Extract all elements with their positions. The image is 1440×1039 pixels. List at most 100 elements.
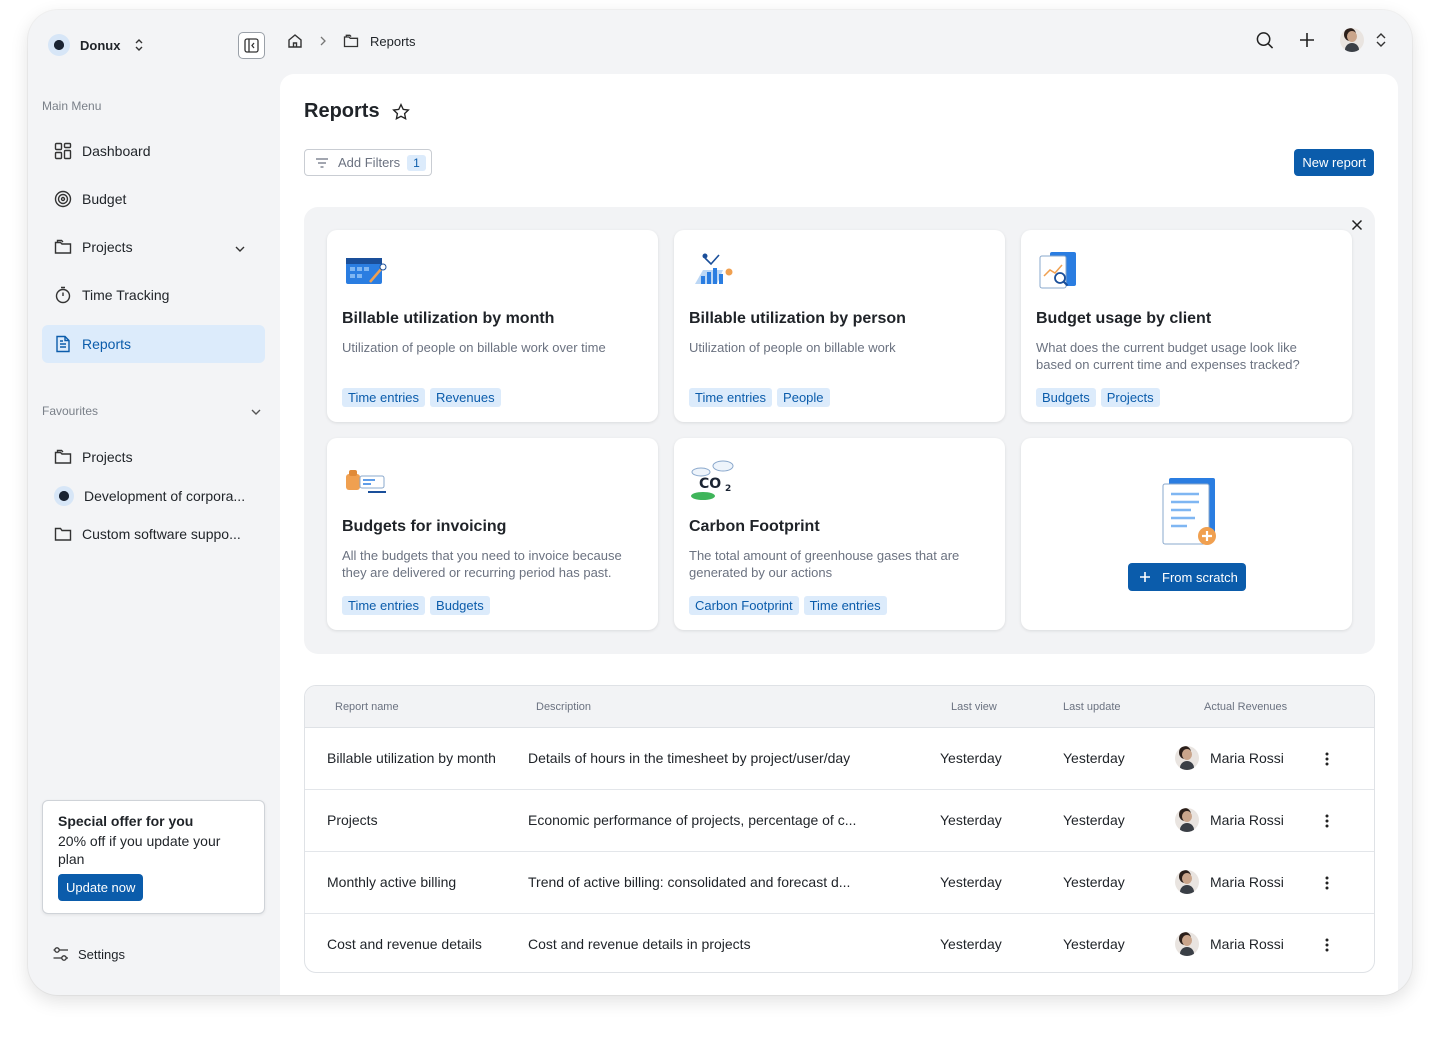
table-row[interactable]: Monthly active billing Trend of active b… [305,852,1374,914]
description-cell: Trend of active billing: consolidated an… [528,874,851,890]
folder-icon [54,448,72,466]
tag: Time entries [803,596,887,615]
stopwatch-icon [54,286,72,304]
template-card-budget-client[interactable]: Budget usage by client What does the cur… [1021,230,1352,422]
update-now-button[interactable]: Update now [58,874,144,901]
column-header-last-update[interactable]: Last update [1063,701,1121,713]
description-cell: Cost and revenue details in projects [528,936,751,952]
owner-avatar [1175,808,1199,832]
page-title-text: Reports [304,100,380,122]
report-name-cell: Projects [327,812,378,828]
column-header-actual-revenues[interactable]: Actual Revenues [1204,701,1287,713]
filter-icon [313,154,331,172]
template-title: Budget usage by client [1036,310,1212,327]
breadcrumb: Reports [286,32,416,50]
close-icon[interactable] [1349,217,1365,233]
tag: Projects [1100,388,1160,407]
sidebar-item-label: Reports [82,336,132,352]
tag: People [777,388,830,407]
sidebar-item-reports[interactable]: Reports [42,325,265,363]
table-row[interactable]: Billable utilization by month Details of… [305,728,1374,790]
report-name-cell: Cost and revenue details [327,936,482,952]
more-vertical-icon[interactable] [1318,874,1336,892]
search-icon[interactable] [1256,31,1274,49]
table-row[interactable]: Projects Economic performance of project… [305,790,1374,852]
sidebar-item-dashboard[interactable]: Dashboard [42,132,265,170]
template-tags: Carbon Footprint Time entries [689,596,887,615]
more-vertical-icon[interactable] [1318,936,1336,954]
column-header-last-view[interactable]: Last view [951,701,997,713]
tag: Time entries [342,596,426,615]
user-menu[interactable] [1340,28,1390,52]
target-icon [54,190,72,208]
last-update-cell: Yesterday [1063,812,1125,828]
new-report-button[interactable]: New report [1294,149,1374,176]
home-icon[interactable] [286,32,304,50]
owner-cell: Maria Rossi [1175,808,1284,832]
invoice-illustration-icon [346,470,386,493]
owner-name: Maria Rossi [1210,936,1284,952]
sidebar-item-time-tracking[interactable]: Time Tracking [42,276,265,314]
favourite-item-custom-software[interactable]: Custom software suppo... [42,515,265,553]
workspace-logo-icon [48,34,70,56]
sidebar-item-budget[interactable]: Budget [42,180,265,218]
bar-chart-illustration-icon [695,253,733,284]
tag: Time entries [689,388,773,407]
template-description: Utilization of people on billable work o… [342,340,606,355]
favourite-item-development[interactable]: Development of corpora... [42,477,265,515]
column-header-description[interactable]: Description [536,701,591,713]
sidebar: Donux Main Menu Dashboard Budget Project… [28,10,280,995]
favourites-chevron-down-icon[interactable] [247,403,265,421]
chevron-down-icon[interactable] [231,240,249,258]
template-card-billable-month[interactable]: Billable utilization by month Utilizatio… [327,230,658,422]
template-description: The total amount of greenhouse gases tha… [689,548,960,580]
app-window: Donux Main Menu Dashboard Budget Project… [28,10,1412,995]
document-icon [54,335,72,353]
owner-cell: Maria Rossi [1175,870,1284,894]
template-description: What does the current budget usage look … [1036,340,1300,372]
template-card-from-scratch[interactable]: From scratch [1021,438,1352,630]
report-templates-panel: Billable utilization by month Utilizatio… [304,207,1375,654]
table-header: Report name Description Last view Last u… [305,686,1374,728]
plus-icon[interactable] [1298,31,1316,49]
top-actions [1256,28,1390,52]
template-description: Utilization of people on billable work [689,340,896,355]
template-card-carbon-footprint[interactable]: CO 2 Carbon Footprint The total amount o… [674,438,1005,630]
page-title: Reports [304,100,410,123]
settings-label: Settings [78,946,125,962]
settings-link[interactable]: Settings [52,945,125,963]
owner-name: Maria Rossi [1210,750,1284,766]
reports-table: Report name Description Last view Last u… [304,685,1375,973]
chevron-right-icon [314,32,332,50]
star-icon[interactable] [391,102,410,121]
collapse-sidebar-button[interactable] [238,32,265,59]
last-update-cell: Yesterday [1063,936,1125,952]
template-card-budgets-invoicing[interactable]: Budgets for invoicing All the budgets th… [327,438,658,630]
from-scratch-button[interactable]: From scratch [1128,563,1246,591]
filter-count-badge: 1 [407,154,426,171]
more-vertical-icon[interactable] [1318,812,1336,830]
column-header-report-name[interactable]: Report name [335,701,399,713]
template-title: Budgets for invoicing [342,518,507,535]
more-vertical-icon[interactable] [1318,750,1336,768]
table-row[interactable]: Cost and revenue details Cost and revenu… [305,914,1374,972]
offer-text: 20% off if you update your plan [58,833,221,867]
favourite-item-projects[interactable]: Projects [42,438,265,476]
last-update-cell: Yesterday [1063,750,1125,766]
main-menu-label: Main Menu [42,99,102,113]
tag: Budgets [430,596,490,615]
workspace-switcher[interactable]: Donux [48,34,148,56]
last-view-cell: Yesterday [940,936,1002,952]
document-search-illustration-icon [1039,252,1076,289]
breadcrumb-current[interactable]: Reports [370,34,416,49]
tag: Budgets [1036,388,1096,407]
template-card-billable-person[interactable]: Billable utilization by person Utilizati… [674,230,1005,422]
add-filters-button[interactable]: Add Filters 1 [304,149,432,176]
folder-outline-icon [54,525,72,543]
sidebar-item-projects[interactable]: Projects [42,228,265,266]
svg-text:CO: CO [699,476,721,492]
folder-icon [342,32,360,50]
template-description: All the budgets that you need to invoice… [342,548,622,580]
co2-cloud-illustration-icon: CO 2 [691,460,734,500]
from-scratch-label: From scratch [1162,569,1238,585]
